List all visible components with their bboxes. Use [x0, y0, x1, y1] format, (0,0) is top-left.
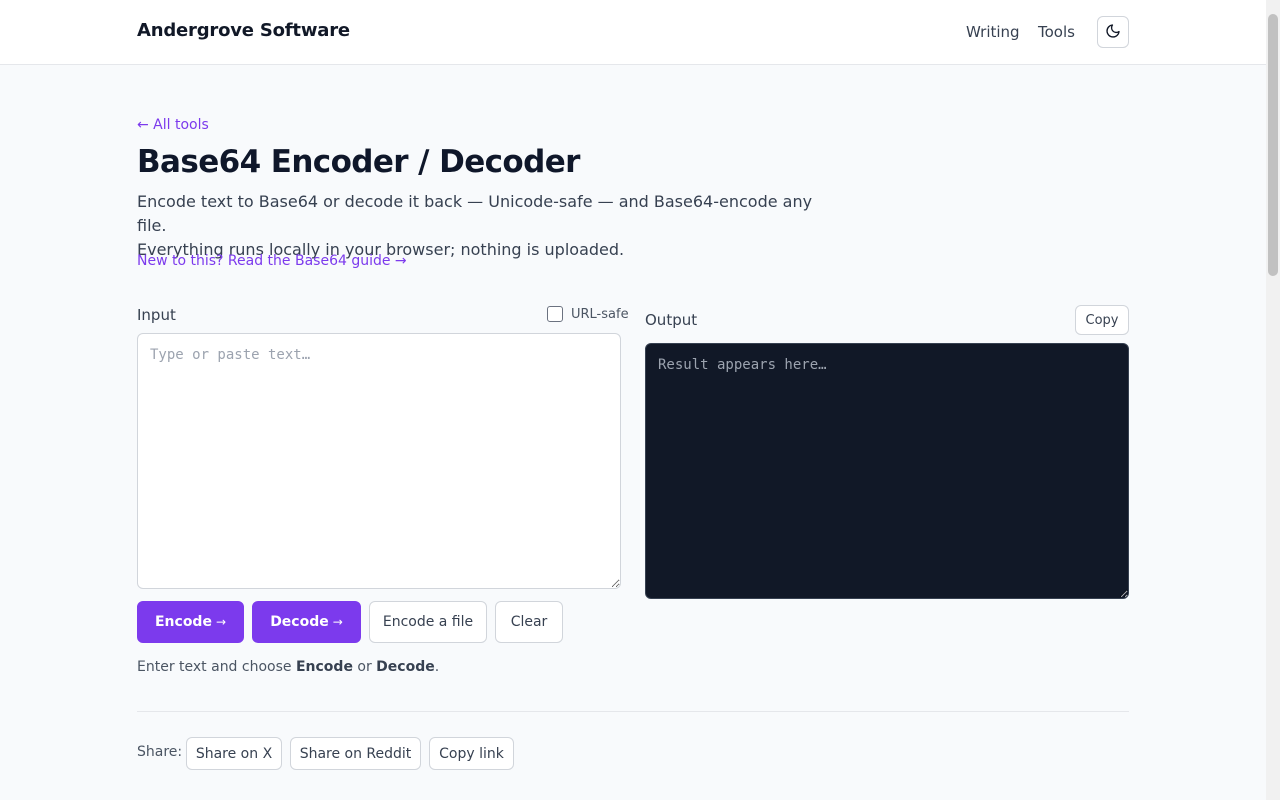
base64-guide-link[interactable]: New to this? Read the Base64 guide → — [137, 253, 407, 269]
page-scrollbar-thumb[interactable] — [1268, 14, 1278, 276]
hint-suffix: . — [434, 659, 440, 675]
decode-button-label: Decode — [270, 614, 329, 630]
hint-decode: Decode — [376, 659, 435, 675]
output-textarea[interactable] — [645, 343, 1129, 599]
decode-button[interactable]: Decode → — [252, 601, 361, 643]
arrow-right-icon: → — [215, 615, 227, 629]
clear-button[interactable]: Clear — [495, 601, 563, 643]
section-divider — [137, 711, 1129, 712]
hint-middle: or — [352, 659, 377, 675]
nav-link-tools[interactable]: Tools — [1038, 23, 1075, 41]
share-label: Share: — [137, 744, 183, 760]
page-description: Encode text to Base64 or decode it back … — [137, 190, 837, 262]
top-navigation-bar: Andergrove Software Writing Tools — [0, 0, 1266, 65]
moon-icon — [1105, 23, 1121, 42]
brand-name[interactable]: Andergrove Software — [137, 20, 350, 41]
encode-button[interactable]: Encode → — [137, 601, 244, 643]
output-label: Output — [645, 311, 698, 329]
hint-encode: Encode — [295, 659, 353, 675]
status-hint: Enter text and choose Encode or Decode. — [137, 659, 439, 675]
theme-toggle-button[interactable] — [1097, 16, 1129, 48]
copy-link-button[interactable]: Copy link — [429, 737, 514, 770]
all-tools-link[interactable]: ← All tools — [137, 117, 209, 133]
arrow-right-icon: → — [332, 615, 343, 629]
checkbox-box[interactable] — [547, 306, 563, 322]
nav-link-writing[interactable]: Writing — [966, 23, 1020, 41]
url-safe-checkbox[interactable]: URL-safe — [547, 306, 629, 322]
page-title: Base64 Encoder / Decoder — [137, 144, 580, 180]
share-on-reddit-button[interactable]: Share on Reddit — [290, 737, 421, 770]
url-safe-label: URL-safe — [571, 306, 629, 322]
input-label: Input — [137, 306, 176, 324]
share-on-x-button[interactable]: Share on X — [186, 737, 282, 770]
hint-prefix: Enter text and choose — [137, 659, 296, 675]
input-textarea[interactable] — [137, 333, 621, 589]
encode-button-label: Encode — [154, 614, 212, 630]
encode-file-button[interactable]: Encode a file — [369, 601, 487, 643]
description-line-1: Encode text to Base64 or decode it back … — [137, 192, 813, 235]
copy-output-button[interactable]: Copy — [1075, 305, 1129, 335]
